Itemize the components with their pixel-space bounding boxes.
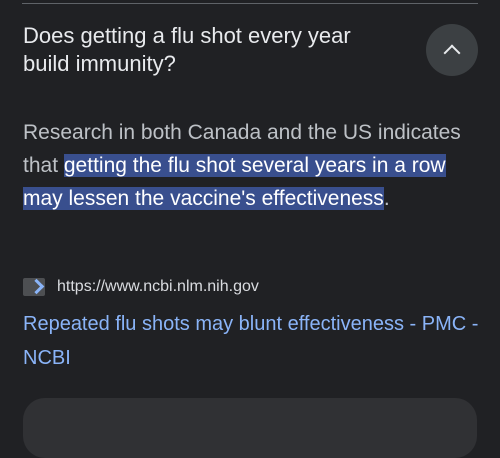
section-divider xyxy=(22,3,478,4)
source-url[interactable]: https://www.ncbi.nlm.nih.gov xyxy=(57,278,259,296)
answer-suffix: . xyxy=(383,187,390,210)
faq-question[interactable]: Does getting a flu shot every year build… xyxy=(23,22,403,78)
ncbi-favicon-icon xyxy=(23,278,45,296)
result-title-link[interactable]: Repeated flu shots may blunt effectivene… xyxy=(23,307,493,375)
source-row[interactable]: https://www.ncbi.nlm.nih.gov xyxy=(23,276,259,298)
next-result-card[interactable] xyxy=(23,398,477,458)
faq-answer: Research in both Canada and the US indic… xyxy=(23,116,463,215)
chevron-up-icon xyxy=(443,44,461,62)
collapse-button[interactable] xyxy=(426,24,478,76)
answer-highlight: getting the flu shot several years in a … xyxy=(23,154,446,210)
